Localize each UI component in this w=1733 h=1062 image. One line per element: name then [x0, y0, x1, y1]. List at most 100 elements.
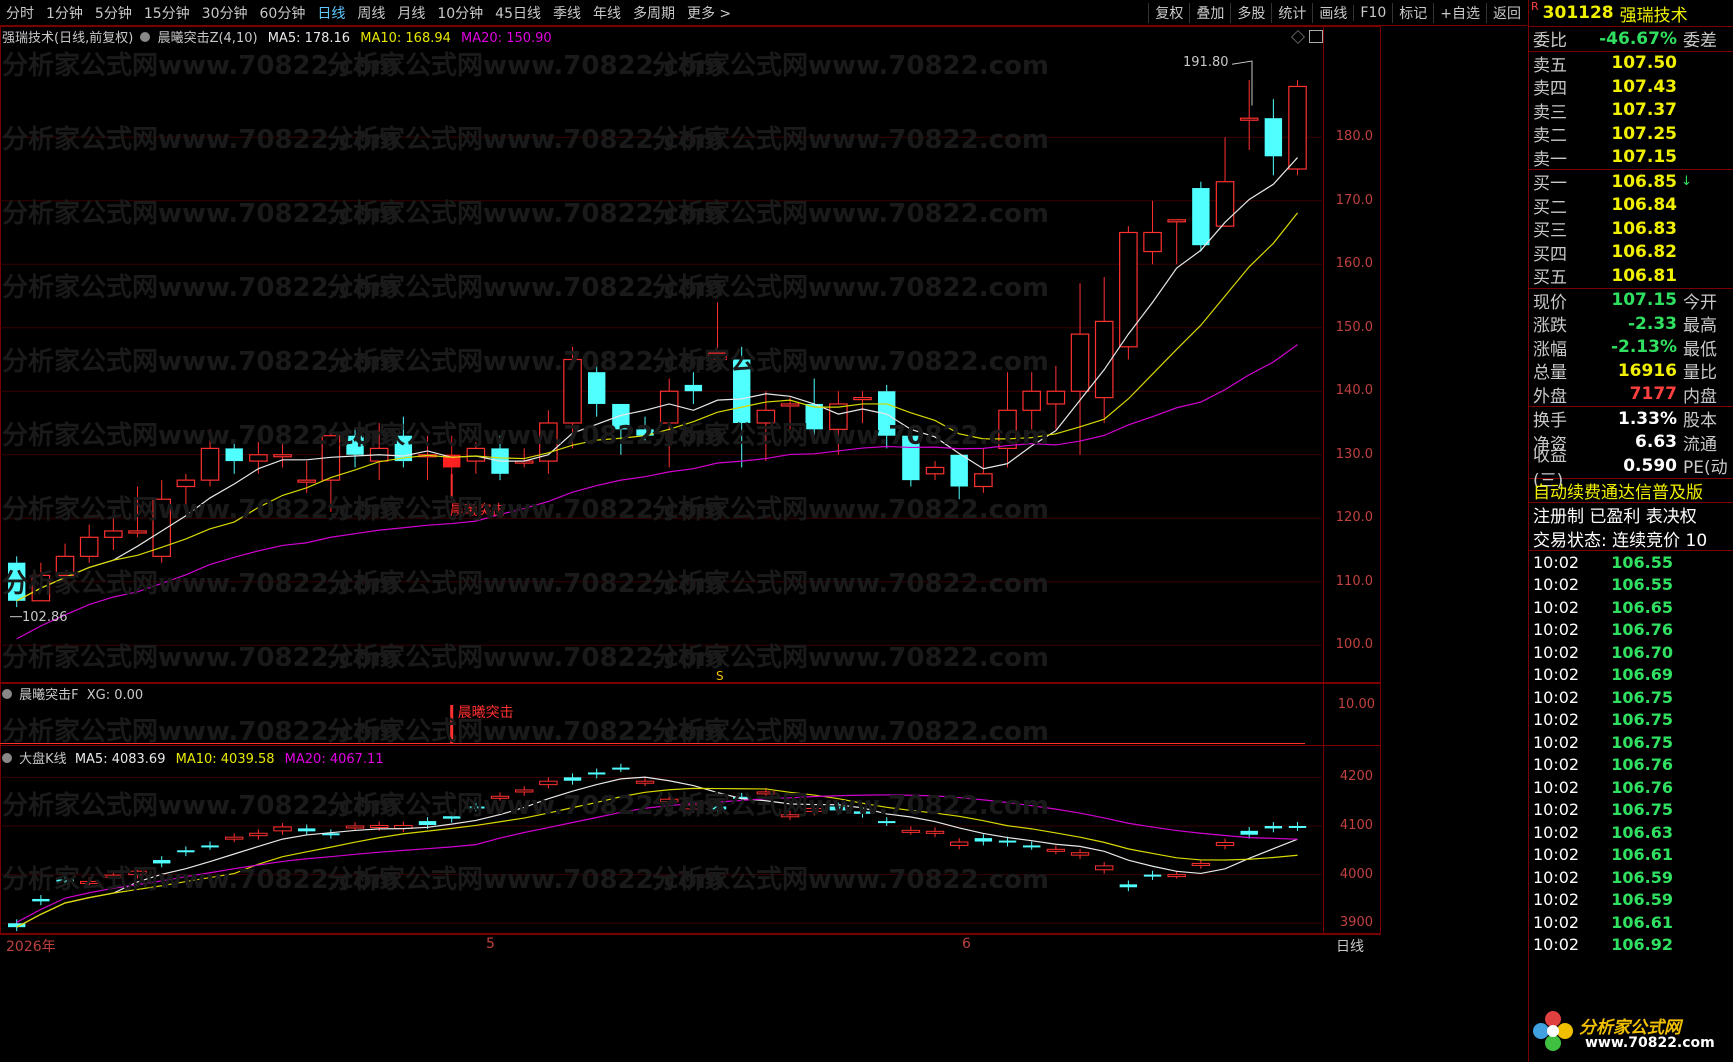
period-13[interactable]: 多周期 [627, 3, 681, 23]
tool-button-1[interactable]: 叠加 [1189, 2, 1230, 23]
index-candle [443, 812, 461, 823]
quote-label: 外盘 [1533, 386, 1567, 407]
candle [588, 365, 606, 417]
tick-time: 10:02 [1533, 890, 1580, 910]
index-candle [345, 822, 365, 830]
tool-button-0[interactable]: 复权 [1148, 2, 1189, 23]
period-8[interactable]: 月线 [391, 3, 431, 23]
tool-button-3[interactable]: 统计 [1271, 2, 1312, 23]
tick-time: 10:02 [1533, 777, 1580, 797]
candle [1022, 372, 1041, 430]
candle [853, 391, 872, 423]
buy-row: 买一 106.85 ↓ [1529, 170, 1733, 195]
weibi-row: 委比 -46.67% 委差 [1529, 27, 1733, 52]
tick-price: 106.76 [1611, 755, 1673, 775]
tick-row: 10:02 106.75 [1529, 799, 1733, 822]
tool-button-5[interactable]: F10 [1353, 4, 1392, 21]
tool-button-4[interactable]: 画线 [1312, 2, 1353, 23]
y-tick: 3900 [1339, 915, 1373, 931]
period-5[interactable]: 60分钟 [254, 3, 312, 23]
period-2[interactable]: 5分钟 [89, 3, 138, 23]
candle [805, 378, 823, 443]
tick-time: 10:02 [1533, 800, 1580, 820]
candlestick-chart[interactable]: 晨曦突击 191.80 102.86 S [0, 27, 1322, 682]
period-0[interactable]: 分时 [0, 3, 40, 23]
period-toolbar: 分时 1分钟 5分钟 15分钟 30分钟 60分钟 日线 周线 月线 10分钟 45日线 季线 年线 多周… [0, 0, 1527, 26]
sell-row: 卖一 107.15 [1529, 146, 1733, 170]
period-1[interactable]: 1分钟 [40, 3, 89, 23]
candle [466, 442, 486, 474]
index-candle [56, 875, 74, 885]
index-candle [80, 877, 99, 886]
candle [225, 442, 243, 474]
tick-row: 10:02 106.65 [1529, 596, 1733, 619]
signal-label: 晨曦突击 [450, 503, 506, 519]
candle [1264, 99, 1283, 176]
x-axis: 2026年 5 6 日线 [0, 933, 1380, 956]
buy-price: 106.85 [1611, 171, 1677, 192]
period-12[interactable]: 年线 [587, 3, 627, 23]
index-candle [1288, 822, 1307, 831]
buy-label: 买五 [1533, 268, 1567, 289]
tick-time: 10:02 [1533, 845, 1580, 865]
index-candle [515, 786, 534, 796]
y-tick: 130.0 [1335, 446, 1373, 462]
period-6[interactable]: 日线 [311, 3, 351, 23]
y-tick: 100.0 [1335, 637, 1373, 653]
index-candle [490, 792, 510, 801]
period-9[interactable]: 10分钟 [431, 3, 489, 23]
tick-row: 10:02 106.75 [1529, 709, 1733, 732]
buy-price: 106.84 [1611, 195, 1677, 216]
candle [684, 372, 703, 404]
tick-row: 10:02 106.92 [1529, 934, 1733, 957]
sell-price: 107.15 [1611, 147, 1677, 168]
sub1-y-axis: 10.00 [1323, 682, 1381, 746]
period-11[interactable]: 季线 [547, 3, 587, 23]
weibi-label: 委比 [1533, 31, 1567, 52]
candle [1094, 276, 1114, 423]
buy-label: 买一 [1533, 174, 1567, 195]
index-candle [925, 827, 945, 838]
tool-button-8[interactable]: 返回 [1486, 2, 1527, 23]
period-3[interactable]: 15分钟 [138, 3, 196, 23]
tick-row: 10:02 106.69 [1529, 664, 1733, 687]
period-10[interactable]: 45日线 [489, 3, 547, 23]
high-label: 191.80 [1183, 55, 1229, 70]
quote-value: 107.15 [1611, 290, 1677, 311]
candle [8, 556, 26, 608]
period-4[interactable]: 30分钟 [196, 3, 254, 23]
tool-button-7[interactable]: +自选 [1433, 2, 1486, 23]
signal-chart: 晨曦突击 [0, 705, 1305, 744]
y-tick: 120.0 [1335, 510, 1373, 526]
tick-time: 10:02 [1533, 710, 1580, 730]
index-candle [153, 856, 171, 868]
x-label-june: 6 [962, 936, 971, 952]
y-tick: 110.0 [1335, 573, 1373, 589]
candle [55, 543, 75, 582]
tick-price: 106.55 [1611, 552, 1673, 572]
candle [369, 423, 389, 481]
tool-button-6[interactable]: 标记 [1392, 2, 1433, 23]
buy-price: 106.81 [1611, 265, 1677, 286]
period-7[interactable]: 周线 [351, 3, 391, 23]
buy-row: 买四 106.82 [1529, 241, 1733, 265]
tick-price: 106.75 [1611, 800, 1673, 820]
y-tick: 4200 [1339, 769, 1373, 785]
candle [418, 435, 437, 481]
quote-extra: 最高 [1683, 316, 1717, 337]
tick-time: 10:02 [1533, 755, 1580, 775]
period-14[interactable]: 更多 > [681, 3, 737, 23]
candle [1215, 137, 1235, 227]
info-line-1[interactable]: 自动续费通达信普及版 [1529, 479, 1733, 503]
tick-price: 106.75 [1611, 687, 1673, 707]
index-candle [201, 841, 219, 850]
tool-button-2[interactable]: 多股 [1230, 2, 1271, 23]
period-tab[interactable]: 日线 [1336, 936, 1364, 956]
x-label-may: 5 [486, 936, 495, 952]
candle [1288, 80, 1307, 176]
tick-price: 106.76 [1611, 777, 1673, 797]
candle [200, 429, 220, 487]
tick-time: 10:02 [1533, 575, 1580, 595]
tick-price: 106.69 [1611, 665, 1673, 685]
index-candle [273, 823, 292, 835]
